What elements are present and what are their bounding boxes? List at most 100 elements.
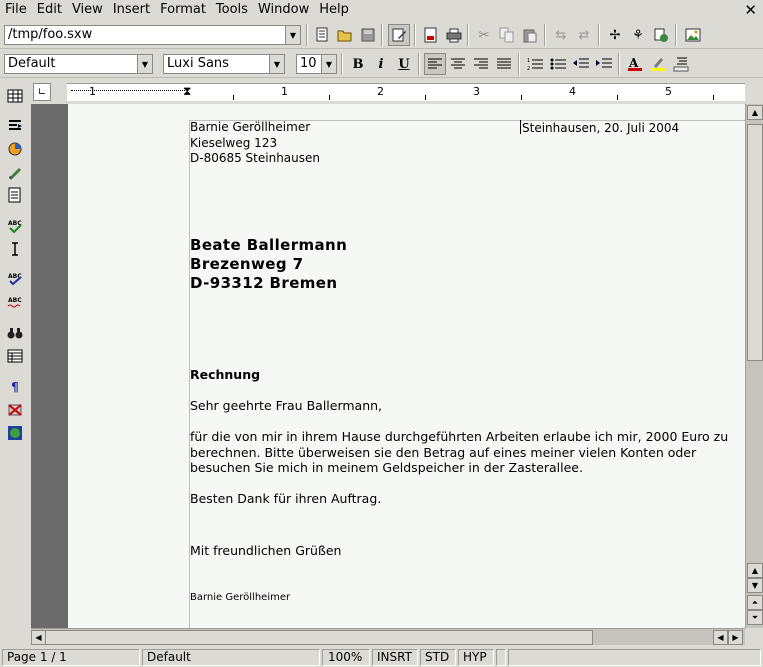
- menu-tools[interactable]: Tools: [211, 0, 253, 20]
- ruler-tick: [713, 95, 714, 100]
- toolbar-separator: [418, 53, 420, 75]
- stylist-button[interactable]: ⚘: [627, 24, 649, 46]
- status-info-field: [508, 649, 761, 666]
- menu-file[interactable]: File: [0, 0, 32, 20]
- menu-window[interactable]: Window: [253, 0, 314, 20]
- scroll-up-button[interactable]: ▲: [747, 105, 763, 120]
- document-page[interactable]: Barnie Geröllheimer Kieselweg 123 D-8068…: [68, 104, 745, 628]
- insert-object-button[interactable]: [5, 139, 25, 159]
- vertical-scroll-thumb[interactable]: [747, 124, 763, 361]
- align-right-icon: [474, 58, 488, 69]
- direct-cursor-button[interactable]: [5, 239, 25, 259]
- menu-help[interactable]: Help: [314, 0, 354, 20]
- indent-marker-icon[interactable]: ⧗: [183, 84, 191, 99]
- horizontal-ruler[interactable]: 1 ⧗ 1 2 3 4 5: [67, 83, 745, 101]
- align-right-button[interactable]: [470, 53, 492, 75]
- graphics-off-button[interactable]: [5, 400, 25, 420]
- increase-indent-button[interactable]: [593, 53, 615, 75]
- menu-edit[interactable]: Edit: [32, 0, 67, 20]
- autospellcheck-button[interactable]: ABC: [5, 292, 25, 312]
- text-autocomplete-button[interactable]: ABC: [5, 216, 25, 236]
- numbering-button[interactable]: 12: [524, 53, 546, 75]
- bullets-button[interactable]: [547, 53, 569, 75]
- print-icon: [446, 28, 462, 43]
- url-dropdown-button[interactable]: ▼: [285, 25, 301, 45]
- gallery-button[interactable]: [682, 24, 704, 46]
- nonprinting-chars-button[interactable]: ¶: [5, 377, 25, 397]
- style-dropdown-button[interactable]: ▼: [137, 54, 153, 74]
- vertical-scrollbar[interactable]: ▲ ▲ ▼ ⏶ ⏷: [745, 104, 763, 628]
- paste-icon: [523, 29, 537, 43]
- horizontal-scroll-thumb[interactable]: [45, 630, 593, 645]
- menu-file-label: File: [5, 2, 27, 17]
- justify-icon: [497, 58, 511, 69]
- toolbar-separator: [675, 24, 677, 46]
- paragraph-background-button[interactable]: [670, 53, 692, 75]
- open-button[interactable]: [334, 24, 356, 46]
- graphics-off-icon: [8, 404, 22, 416]
- insert-fields-button[interactable]: [5, 116, 25, 136]
- print-button[interactable]: [443, 24, 465, 46]
- ruler-tick: [521, 95, 522, 100]
- font-size-select[interactable]: 10: [296, 54, 322, 74]
- font-dropdown-button[interactable]: ▼: [269, 54, 285, 74]
- draw-functions-button[interactable]: [5, 162, 25, 182]
- insert-mode-indicator[interactable]: INSRT: [372, 649, 418, 666]
- bold-button[interactable]: B: [347, 53, 369, 75]
- scroll-down-button[interactable]: ▼: [747, 578, 763, 593]
- menu-insert[interactable]: Insert: [108, 0, 155, 20]
- horizontal-scrollbar[interactable]: ◀ ◀ ▶: [31, 628, 745, 645]
- font-color-button[interactable]: A: [624, 53, 646, 75]
- decrease-indent-button[interactable]: [570, 53, 592, 75]
- tab-type-button[interactable]: ∟: [33, 83, 51, 101]
- next-page-button[interactable]: ⏷: [747, 610, 763, 625]
- form-functions-icon: [8, 187, 21, 203]
- underline-button[interactable]: U: [393, 53, 415, 75]
- paragraph-line: für die von mir in ihrem Hause durchgefü…: [190, 429, 729, 444]
- page-style-indicator[interactable]: Default: [142, 649, 320, 666]
- selection-mode-indicator[interactable]: STD: [420, 649, 456, 666]
- ruler-tick: [617, 95, 618, 100]
- redo-button[interactable]: ⇄: [573, 24, 595, 46]
- paragraph-style-select[interactable]: Default: [4, 54, 138, 74]
- url-input[interactable]: /tmp/foo.sxw: [4, 25, 286, 45]
- hyperlink-button[interactable]: [650, 24, 672, 46]
- spellcheck-button[interactable]: ABC: [5, 269, 25, 289]
- hyperlink-mode-indicator[interactable]: HYP: [458, 649, 494, 666]
- italic-button[interactable]: i: [370, 53, 392, 75]
- toolbar-separator: [414, 24, 416, 46]
- font-name-select[interactable]: Luxi Sans: [163, 54, 270, 74]
- align-center-button[interactable]: [447, 53, 469, 75]
- scroll-left-button-right[interactable]: ◀: [713, 630, 728, 645]
- scroll-up-button-lower[interactable]: ▲: [747, 563, 763, 578]
- paste-button[interactable]: [519, 24, 541, 46]
- scroll-left-button[interactable]: ◀: [31, 630, 46, 645]
- save-button[interactable]: [357, 24, 379, 46]
- menu-format[interactable]: Format: [155, 0, 211, 20]
- align-left-button[interactable]: [424, 53, 446, 75]
- find-replace-button[interactable]: [5, 323, 25, 343]
- menu-view[interactable]: View: [67, 0, 108, 20]
- online-layout-button[interactable]: [5, 423, 25, 443]
- page-indicator[interactable]: Page 1 / 1: [2, 649, 140, 666]
- scroll-right-button[interactable]: ▶: [728, 630, 743, 645]
- menu-view-label: View: [71, 2, 103, 17]
- navigator-button[interactable]: ✢: [604, 24, 626, 46]
- zoom-indicator[interactable]: 100%: [322, 649, 370, 666]
- cut-button[interactable]: ✂: [473, 24, 495, 46]
- size-dropdown-button[interactable]: ▼: [321, 54, 337, 74]
- edit-mode-button[interactable]: [388, 24, 410, 46]
- data-sources-button[interactable]: [5, 346, 25, 366]
- align-left-icon: [428, 58, 442, 69]
- undo-button[interactable]: ⇆: [550, 24, 572, 46]
- highlight-button[interactable]: [647, 53, 669, 75]
- form-functions-button[interactable]: [5, 185, 25, 205]
- copy-button[interactable]: [496, 24, 518, 46]
- arrow-up-icon: ▲: [751, 566, 759, 575]
- edit-file-button[interactable]: [312, 24, 334, 46]
- previous-page-button[interactable]: ⏶: [747, 595, 763, 610]
- insert-object-icon: [8, 142, 22, 156]
- justify-button[interactable]: [493, 53, 515, 75]
- export-pdf-button[interactable]: [420, 24, 442, 46]
- close-document-icon[interactable]: ✕: [744, 1, 757, 19]
